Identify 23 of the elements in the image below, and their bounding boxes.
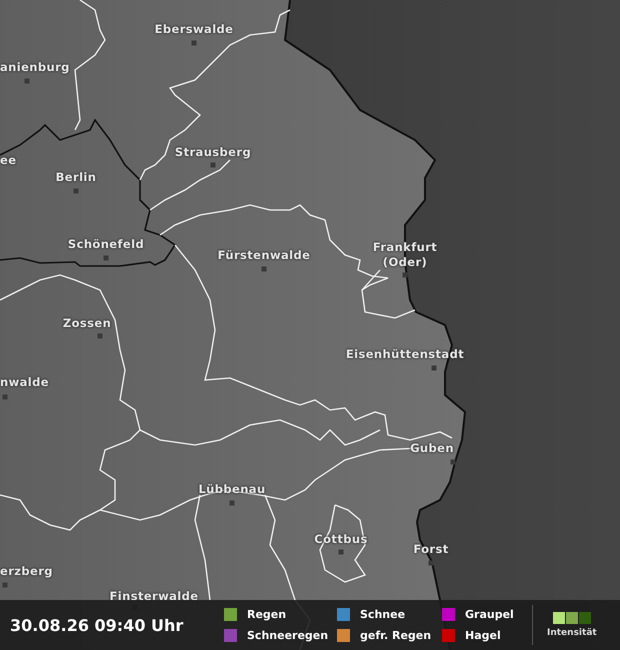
intensity-label: Intensität	[547, 628, 597, 638]
city-label: Finsterwalde	[110, 589, 198, 604]
city-label: Fürstenwalde	[218, 248, 310, 263]
city-label: ee	[0, 153, 16, 168]
city-label: Strausberg	[174, 145, 252, 160]
city-label: erzberg	[0, 564, 53, 579]
city-label: Berlin	[56, 170, 96, 185]
legend-label: Hagel	[465, 629, 501, 642]
timestamp: 30.08.26 09:40 Uhr	[10, 616, 184, 634]
city-label: Eberswalde	[154, 22, 234, 37]
legend-label: Schnee	[360, 608, 406, 621]
city-label: Schönefeld	[68, 237, 144, 252]
city-label: Zossen	[62, 316, 112, 331]
legend-label: gefr. Regen	[360, 629, 432, 642]
city-label: Lübbenau	[198, 482, 266, 497]
city-label: Guben	[410, 441, 454, 456]
legend-label: Graupel	[465, 608, 514, 621]
city-label: anienburg	[0, 60, 70, 75]
legend-label: Regen	[247, 608, 286, 621]
legend-label: Schneeregen	[247, 629, 328, 642]
city-label: nwalde	[0, 375, 49, 390]
city-label: Frankfurt (Oder)	[372, 240, 438, 270]
city-label: Forst	[413, 542, 449, 557]
